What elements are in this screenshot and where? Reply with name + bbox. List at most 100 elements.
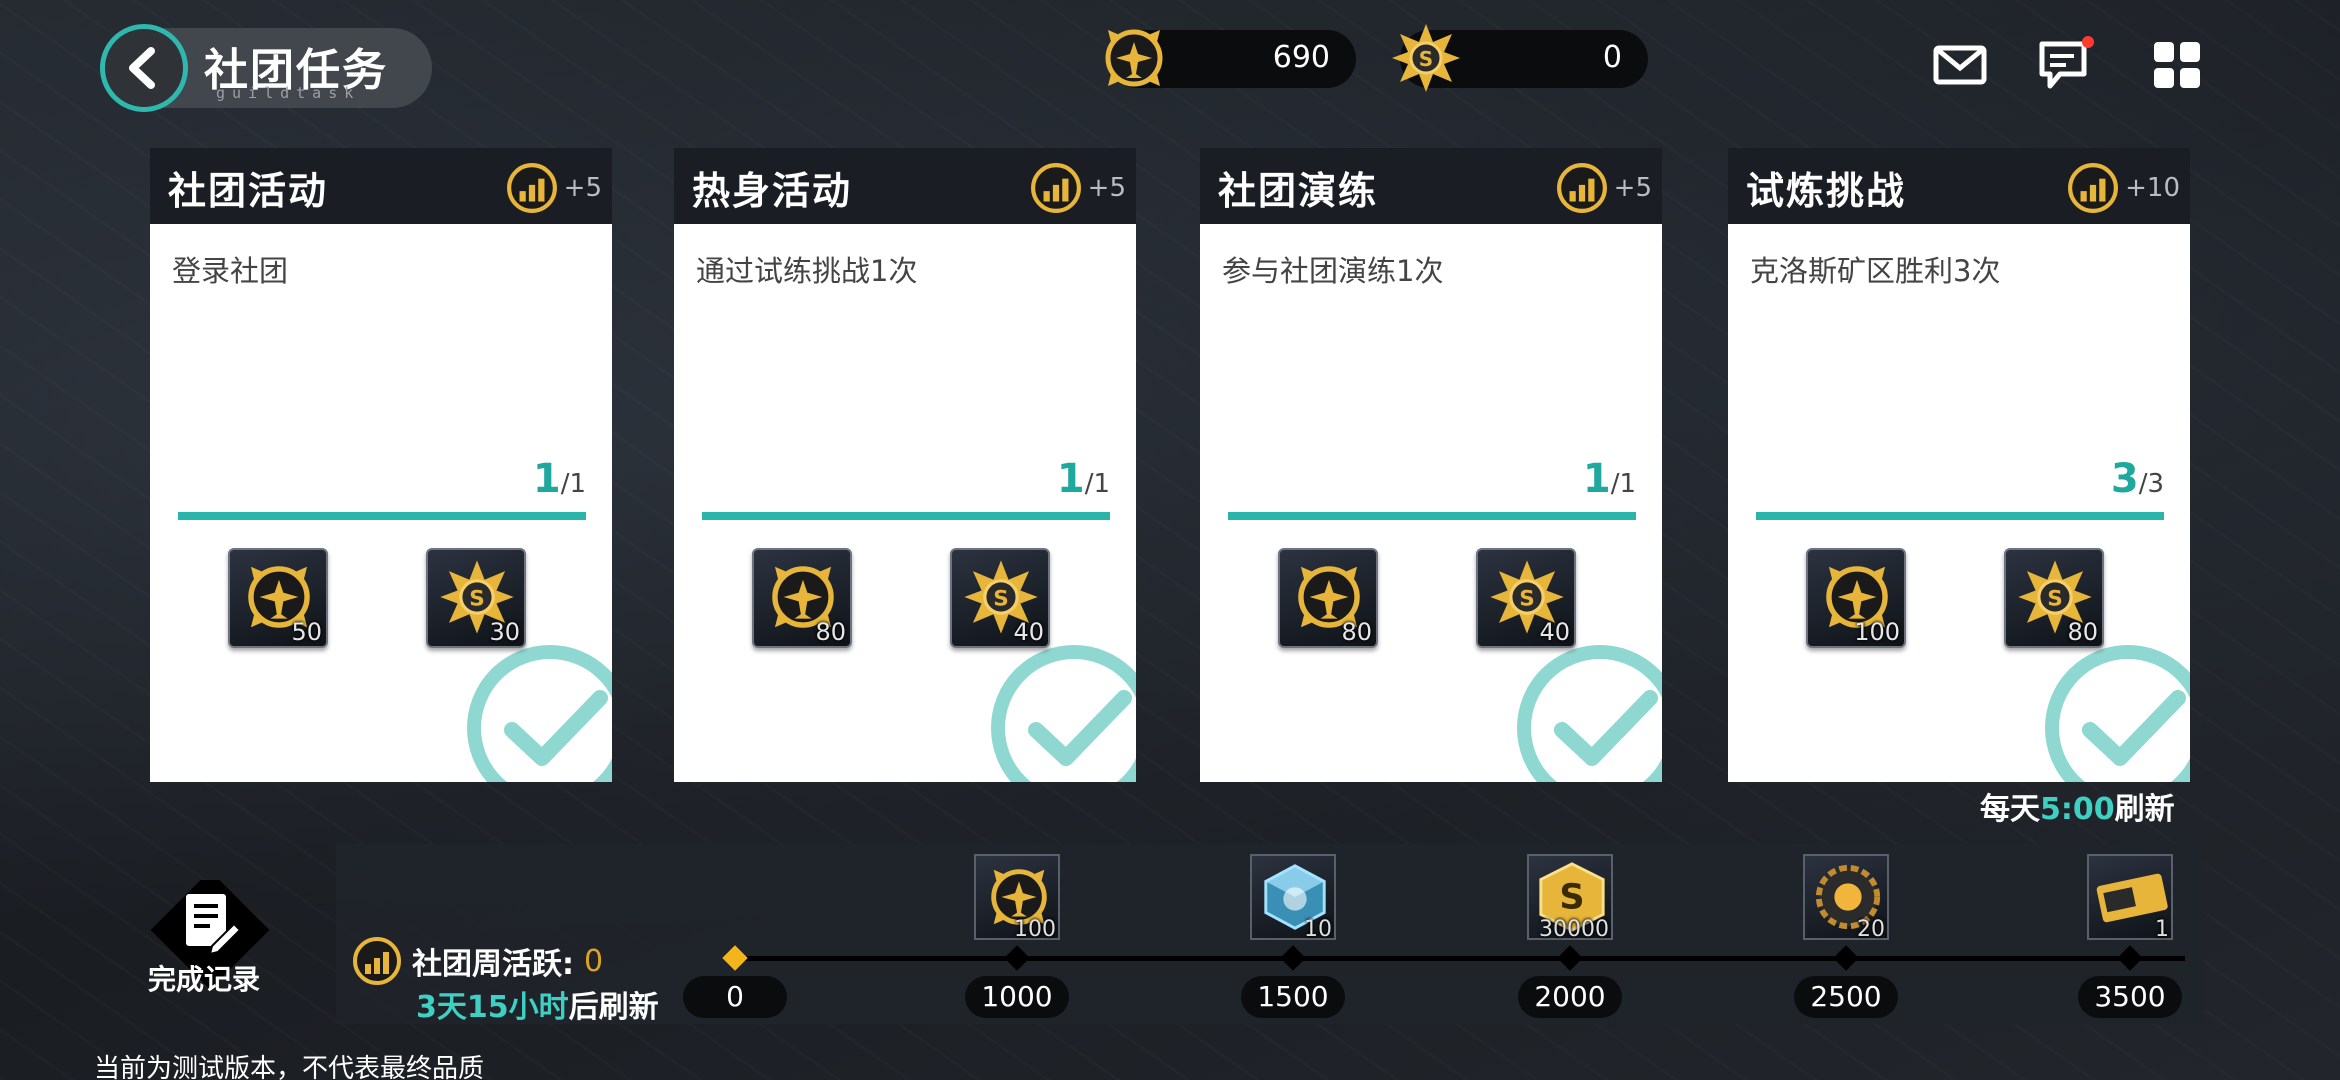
task-progress-bar [178,512,586,520]
task-card-header: 社团演练 +5 [1200,148,1662,224]
task-points-value: +5 [1087,173,1126,203]
milestone-reward[interactable]: 100 [974,854,1060,942]
back-button[interactable]: 社团任务 guildtask [100,24,432,112]
milestone-value: 2500 [1794,976,1898,1018]
completed-check-icon [2045,645,2190,782]
currency-guild-coin: 690 [1105,29,1356,88]
svg-text:S: S [469,587,485,612]
milestone-reward[interactable]: 1 [2087,854,2173,942]
milestone-track [735,956,2185,961]
daily-refresh-note: 每天5:00刷新 [1980,792,2175,827]
weekly-refresh-countdown: 3天15小时后刷新 [416,990,659,1025]
task-card-header: 试炼挑战 +10 [1728,148,2190,224]
activity-points-icon [1556,163,1607,213]
task-points: +10 [2067,162,2180,214]
reward-quantity: 40 [1539,618,1570,646]
reward-item[interactable]: 80 [1278,548,1378,648]
task-card[interactable]: 热身活动 +5 通过试练挑战1次 1/1 80 S 40 [674,148,1136,782]
milestone-reward-quantity: 1 [2155,917,2169,942]
task-points: +5 [1556,162,1652,214]
reward-quantity: 30 [489,618,520,646]
reward-item[interactable]: S 80 [2004,548,2104,648]
back-arrow-icon [100,24,188,112]
activity-points-icon [353,937,401,985]
task-title: 热身活动 [692,169,853,213]
reward-item[interactable]: S 40 [1476,548,1576,648]
completed-check-icon [991,645,1136,782]
reward-item[interactable]: S 40 [950,548,1050,648]
task-points-value: +5 [563,173,602,203]
test-version-disclaimer: 当前为测试版本，不代表最终品质 [94,1054,485,1080]
task-description: 通过试练挑战1次 [696,254,918,288]
task-progress-text: 1/1 [1056,456,1110,502]
task-card[interactable]: 试炼挑战 +10 克洛斯矿区胜利3次 3/3 100 S 80 [1728,148,2190,782]
chat-icon[interactable] [2036,34,2096,94]
milestone-value: 1500 [1241,976,1345,1018]
reward-quantity: 100 [1854,618,1900,646]
svg-text:S: S [1559,877,1584,918]
task-points: +5 [1030,162,1126,214]
milestone-reward[interactable]: 20 [1803,854,1889,942]
task-title: 社团演练 [1218,169,1379,213]
weekly-activity-label: 社团周活跃: [412,947,574,982]
milestone-value: 0 [683,976,787,1018]
milestone-reward[interactable]: S 30000 [1527,854,1613,942]
task-progress-text: 1/1 [1582,456,1636,502]
task-points-value: +5 [1613,173,1652,203]
reward-item[interactable]: S 30 [426,548,526,648]
reward-quantity: 40 [1013,618,1044,646]
currency-value: 0 [1602,40,1622,75]
currency-value: 690 [1272,40,1330,75]
currency-guild-medal: S 0 [1392,24,1648,92]
completed-check-icon [1517,645,1662,782]
task-card-header: 热身活动 +5 [674,148,1136,224]
reward-item[interactable]: 50 [228,548,328,648]
milestone-reward-quantity: 10 [1304,917,1332,942]
task-progress-text: 3/3 [2110,456,2164,502]
task-progress-bar [1756,512,2164,520]
milestone-value: 2000 [1518,976,1622,1018]
reward-item[interactable]: 100 [1806,548,1906,648]
milestone-reward[interactable]: 10 [1250,854,1336,942]
task-title: 社团活动 [168,169,329,213]
task-description: 参与社团演练1次 [1222,254,1444,288]
completion-record-button[interactable] [140,880,280,1020]
task-description: 登录社团 [172,254,289,288]
reward-quantity: 80 [2067,618,2098,646]
reward-item[interactable]: 80 [752,548,852,648]
reward-quantity: 50 [291,618,322,646]
page-subtitle: guildtask [216,84,361,102]
milestone-reward-quantity: 20 [1857,917,1885,942]
svg-text:S: S [993,587,1009,612]
task-card-header: 社团活动 +5 [150,148,612,224]
svg-text:S: S [1419,47,1433,71]
reward-quantity: 80 [1341,618,1372,646]
task-title: 试炼挑战 [1746,169,1907,213]
reward-quantity: 80 [815,618,846,646]
svg-text:S: S [1519,587,1535,612]
guild-medal-icon: S [1392,24,1460,92]
milestone-value: 1000 [965,976,1069,1018]
svg-text:S: S [2047,587,2063,612]
weekly-activity: 社团周活跃: 0 [352,936,603,986]
task-card[interactable]: 社团活动 +5 登录社团 1/1 50 S 30 [150,148,612,782]
milestone-value: 3500 [2078,976,2182,1018]
milestone-reward-quantity: 100 [1014,917,1056,942]
task-card[interactable]: 社团演练 +5 参与社团演练1次 1/1 80 S 40 [1200,148,1662,782]
completed-check-icon [467,645,612,782]
mail-icon[interactable] [1930,34,1990,94]
task-progress-bar [702,512,1110,520]
task-progress-bar [1228,512,1636,520]
completion-record-label[interactable]: 完成记录 [148,958,260,998]
weekly-activity-value: 0 [584,943,604,979]
milestone-reward-quantity: 30000 [1539,917,1609,942]
activity-points-icon [506,163,557,213]
activity-points-icon [2068,163,2119,213]
notification-dot [2082,36,2094,48]
menu-grid-icon[interactable] [2148,34,2208,94]
task-points: +5 [506,162,602,214]
task-progress-text: 1/1 [532,456,586,502]
task-description: 克洛斯矿区胜利3次 [1750,254,2001,288]
task-points-value: +10 [2125,173,2180,203]
activity-points-icon [1030,163,1081,213]
